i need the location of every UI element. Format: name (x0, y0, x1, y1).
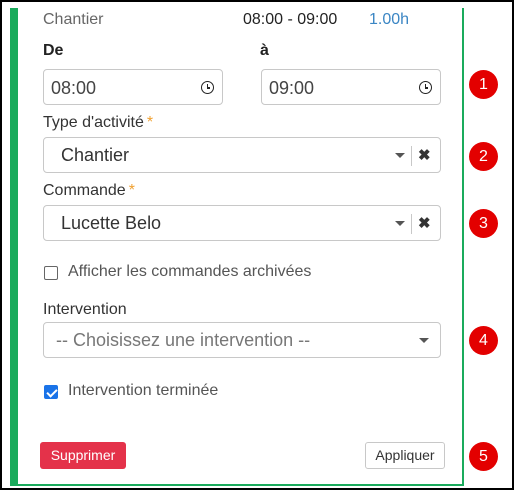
delete-button[interactable]: Supprimer (40, 442, 126, 469)
clock-icon[interactable] (419, 81, 432, 94)
intervention-done-checkbox[interactable] (44, 385, 58, 399)
activity-type-label-text: Type d'activité (43, 114, 144, 131)
select-divider (411, 146, 412, 166)
clear-icon[interactable]: ✖ (418, 215, 431, 233)
screenshot-frame: Chantier 08:00 - 09:00 1.00h De à 08:00 … (0, 0, 514, 490)
annotation-marker-2: 2 (469, 142, 498, 171)
intervention-done-label[interactable]: Intervention terminée (68, 382, 218, 400)
from-time-value: 08:00 (51, 78, 97, 98)
order-select[interactable]: Lucette Belo ✖ (43, 205, 441, 241)
intervention-placeholder: -- Choisissez une intervention -- (56, 330, 311, 350)
annotation-marker-4: 4 (469, 326, 498, 355)
activity-type-label: Type d'activité * (43, 114, 153, 132)
activity-type-select[interactable]: Chantier ✖ (43, 137, 441, 173)
to-time-input[interactable]: 09:00 (261, 69, 441, 105)
annotation-marker-5: 5 (469, 442, 498, 471)
entry-activity-name: Chantier (43, 11, 104, 28)
chevron-down-icon[interactable] (395, 221, 405, 226)
annotation-marker-1: 1 (469, 70, 498, 99)
annotation-marker-3: 3 (469, 209, 498, 238)
order-label: Commande * (43, 182, 135, 200)
from-time-input[interactable]: 08:00 (43, 69, 223, 105)
order-selected: Lucette Belo (61, 213, 162, 233)
activity-type-selected: Chantier (61, 145, 130, 165)
apply-button[interactable]: Appliquer (365, 442, 445, 469)
select-divider (411, 214, 412, 234)
entry-duration: 1.00h (369, 11, 410, 28)
chevron-down-icon[interactable] (395, 153, 405, 158)
archived-orders-label[interactable]: Afficher les commandes archivées (68, 263, 311, 281)
required-mark: * (146, 114, 154, 131)
to-label: à (260, 42, 269, 59)
intervention-label: Intervention (43, 301, 127, 318)
intervention-select[interactable]: -- Choisissez une intervention -- (43, 322, 441, 358)
entry-time-range: 08:00 - 09:00 (243, 11, 338, 28)
clear-icon[interactable]: ✖ (418, 147, 431, 165)
from-label: De (43, 42, 64, 59)
clock-icon[interactable] (201, 81, 214, 94)
to-time-value: 09:00 (269, 78, 315, 98)
archived-orders-checkbox[interactable] (44, 266, 58, 280)
order-label-text: Commande (43, 182, 126, 199)
chevron-down-icon[interactable] (419, 338, 429, 343)
required-mark: * (128, 182, 135, 199)
